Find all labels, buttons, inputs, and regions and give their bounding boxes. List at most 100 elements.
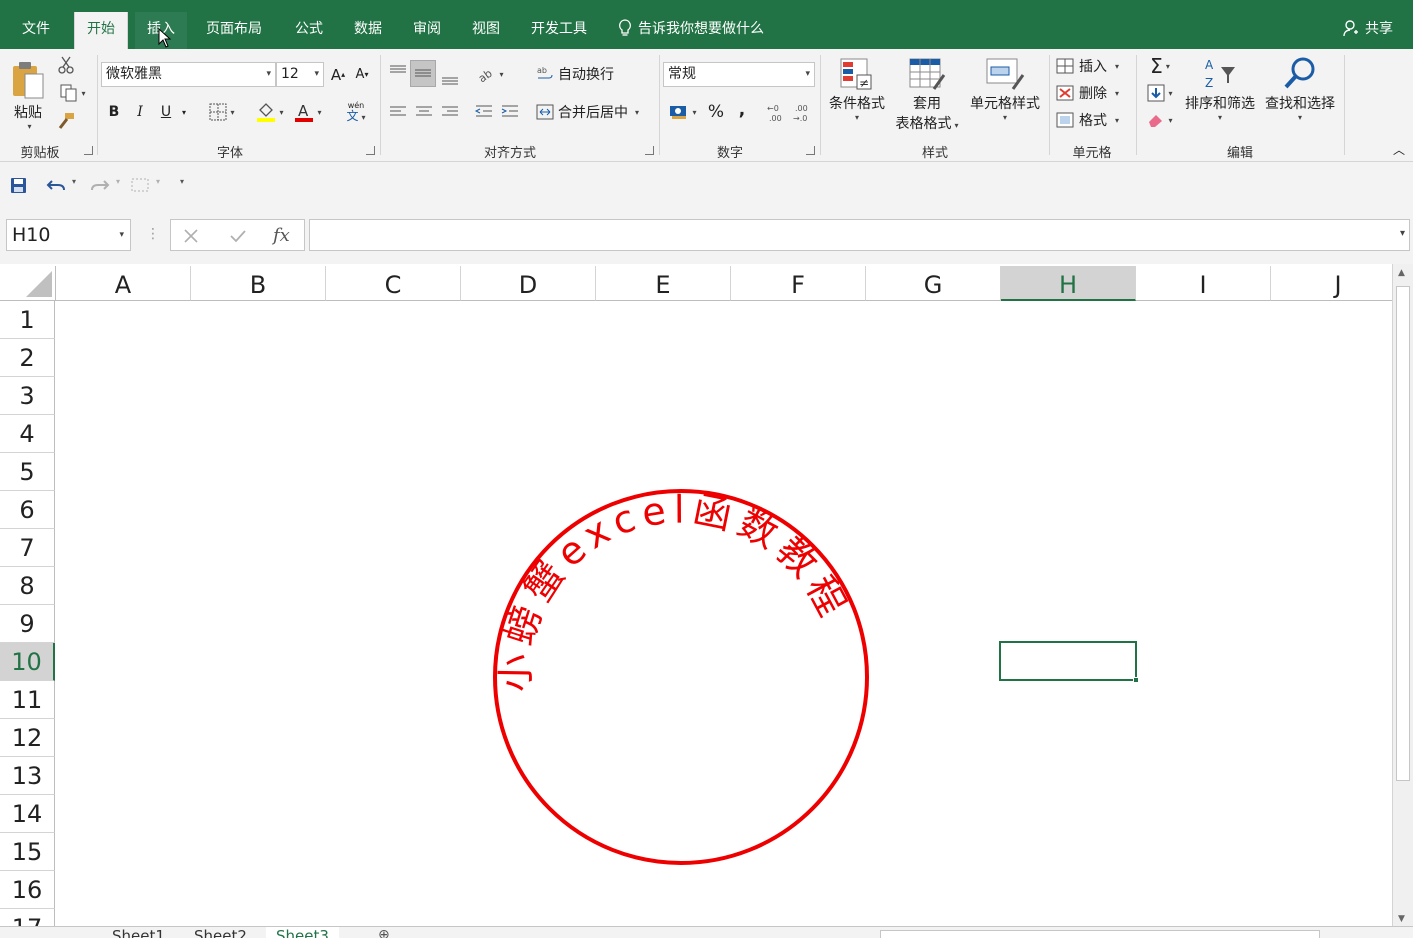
horizontal-scroll-thumb[interactable] <box>880 930 1320 938</box>
decrease-indent-icon[interactable] <box>474 103 494 121</box>
font-dialog-launcher[interactable] <box>366 146 375 155</box>
row-header-5[interactable]: 5 <box>0 453 55 491</box>
touch-mode-icon[interactable] <box>130 176 150 194</box>
row-header-7[interactable]: 7 <box>0 529 55 567</box>
select-all-corner[interactable] <box>0 266 56 301</box>
format-cells-button[interactable]: 格式 ▾ <box>1056 109 1130 131</box>
paste-button[interactable]: 粘贴 ▾ <box>8 55 48 135</box>
align-center-icon[interactable] <box>414 103 434 121</box>
cell-styles-button[interactable]: 单元格样式 ▾ <box>966 55 1044 139</box>
font-size-select[interactable]: 12 ▾ <box>276 62 324 87</box>
scroll-up-icon[interactable]: ▲ <box>1398 268 1405 278</box>
selected-cell-h10[interactable] <box>999 641 1139 683</box>
number-dialog-launcher[interactable] <box>806 146 815 155</box>
touch-dropdown[interactable]: ▾ <box>156 177 160 186</box>
customize-qat-button[interactable]: ▾ <box>180 177 184 186</box>
increase-decimal-icon[interactable]: ←0.00 <box>766 102 788 124</box>
find-select-button[interactable]: 查找和选择 ▾ <box>1262 55 1338 139</box>
align-middle-button[interactable] <box>410 60 436 87</box>
row-header-12[interactable]: 12 <box>0 719 55 757</box>
tab-file[interactable]: 文件 <box>10 12 62 49</box>
underline-dropdown[interactable]: ▾ <box>178 101 190 123</box>
percent-style-button[interactable]: % <box>706 101 726 123</box>
column-header-a[interactable]: A <box>56 266 191 301</box>
row-header-15[interactable]: 15 <box>0 833 55 871</box>
font-name-select[interactable]: 微软雅黑 ▾ <box>101 62 276 87</box>
fill-button[interactable]: ▾ <box>1143 82 1177 104</box>
delete-cells-button[interactable]: 删除 ▾ <box>1056 82 1130 104</box>
font-color-button[interactable]: A ▾ <box>290 101 326 123</box>
autosum-button[interactable]: Σ ▾ <box>1143 54 1177 78</box>
save-icon[interactable] <box>10 177 27 194</box>
underline-button[interactable]: U <box>156 101 176 123</box>
expand-formula-bar-icon[interactable]: ▾ <box>1400 228 1405 239</box>
column-header-e[interactable]: E <box>596 266 731 301</box>
increase-indent-icon[interactable] <box>500 103 520 121</box>
format-as-table-button[interactable]: 套用 表格格式 ▾ <box>890 55 964 139</box>
row-header-10[interactable]: 10 <box>0 643 55 681</box>
column-header-c[interactable]: C <box>326 266 461 301</box>
scroll-down-icon[interactable]: ▼ <box>1398 914 1405 924</box>
row-header-4[interactable]: 4 <box>0 415 55 453</box>
tab-home[interactable]: 开始 <box>74 12 128 49</box>
row-header-1[interactable]: 1 <box>0 301 55 339</box>
cut-button[interactable] <box>56 55 76 75</box>
row-header-9[interactable]: 9 <box>0 605 55 643</box>
column-header-g[interactable]: G <box>866 266 1001 301</box>
tab-formulas[interactable]: 公式 <box>283 12 335 49</box>
orientation-button[interactable]: ab ▾ <box>472 63 508 85</box>
format-painter-button[interactable] <box>56 111 76 131</box>
sheet-tab-1[interactable]: Sheet1 <box>112 927 165 938</box>
redo-icon[interactable] <box>90 176 110 194</box>
shrink-font-button[interactable]: A ▾ <box>352 62 372 87</box>
enter-check-icon[interactable] <box>229 228 247 244</box>
borders-button[interactable]: ▾ <box>202 101 242 123</box>
italic-button[interactable]: I <box>130 101 150 123</box>
merge-center-button[interactable]: 合并后居中 ▾ <box>536 101 652 123</box>
vertical-scrollbar[interactable]: ▲ ▼ <box>1392 264 1413 926</box>
redo-dropdown[interactable]: ▾ <box>116 177 120 186</box>
row-header-8[interactable]: 8 <box>0 567 55 605</box>
insert-cells-button[interactable]: 插入 ▾ <box>1056 55 1130 77</box>
undo-dropdown[interactable]: ▾ <box>72 177 76 186</box>
align-left-icon[interactable] <box>388 103 408 121</box>
row-header-14[interactable]: 14 <box>0 795 55 833</box>
column-header-i[interactable]: I <box>1136 266 1271 301</box>
fill-color-button[interactable]: ▾ <box>252 101 288 123</box>
row-header-16[interactable]: 16 <box>0 871 55 909</box>
tab-view[interactable]: 视图 <box>460 12 512 49</box>
bold-button[interactable]: B <box>104 101 124 123</box>
conditional-formatting-button[interactable]: ≠ 条件格式 ▾ <box>826 55 888 139</box>
comma-style-button[interactable]: , <box>732 99 752 121</box>
fill-handle[interactable] <box>1133 677 1139 683</box>
collapse-ribbon-button[interactable]: ︿ <box>1390 141 1408 157</box>
column-header-d[interactable]: D <box>461 266 596 301</box>
tab-page-layout[interactable]: 页面布局 <box>194 12 274 49</box>
sheet-tab-2[interactable]: Sheet2 <box>194 927 247 938</box>
decrease-decimal-icon[interactable]: .00→.0 <box>792 102 814 124</box>
clear-button[interactable]: ▾ <box>1143 109 1177 131</box>
worksheet-grid[interactable]: ABCDEFGHIJ 1234567891011121314151617 小螃蟹… <box>0 264 1392 926</box>
tab-data[interactable]: 数据 <box>342 12 394 49</box>
insert-function-icon[interactable]: fx <box>273 225 290 246</box>
tab-developer[interactable]: 开发工具 <box>519 12 599 49</box>
cancel-icon[interactable] <box>183 228 199 244</box>
accounting-format-button[interactable]: ▾ <box>664 101 702 123</box>
align-top-icon[interactable] <box>388 63 408 81</box>
column-header-j[interactable]: J <box>1271 266 1392 301</box>
align-bottom-icon[interactable] <box>440 69 460 87</box>
share-button[interactable]: 共享 <box>1343 18 1393 38</box>
row-header-11[interactable]: 11 <box>0 681 55 719</box>
add-sheet-icon[interactable]: ⊕ <box>378 927 390 938</box>
undo-icon[interactable] <box>46 176 66 194</box>
tell-me-search[interactable]: 告诉我你想要做什么 <box>618 18 764 38</box>
number-format-select[interactable]: 常规 ▾ <box>663 62 815 87</box>
column-header-b[interactable]: B <box>191 266 326 301</box>
row-header-3[interactable]: 3 <box>0 377 55 415</box>
grow-font-button[interactable]: A ▴ <box>328 62 348 87</box>
align-right-icon[interactable] <box>440 103 460 121</box>
row-header-17[interactable]: 17 <box>0 909 55 926</box>
name-box[interactable]: H10 ▾ <box>6 219 131 251</box>
tab-review[interactable]: 审阅 <box>401 12 453 49</box>
wrap-text-button[interactable]: ab 自动换行 <box>536 63 626 85</box>
